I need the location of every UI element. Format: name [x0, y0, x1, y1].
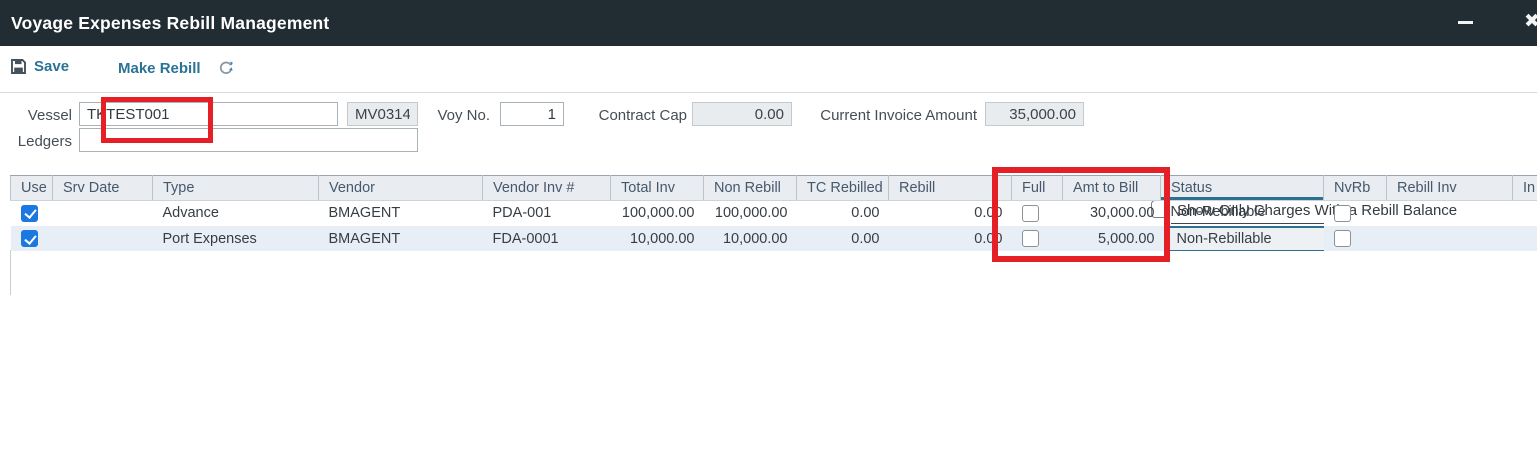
cell-in[interactable] — [1513, 226, 1537, 252]
column-header-vendor[interactable]: Vendor — [319, 176, 483, 201]
column-header-rebill-inv[interactable]: Rebill Inv — [1387, 176, 1513, 201]
cell-in[interactable] — [1513, 201, 1537, 226]
cell-vendor[interactable]: BMAGENT — [319, 201, 483, 226]
vessel-label: Vessel — [8, 107, 72, 124]
cell-rebill[interactable]: 0.00 — [889, 226, 1012, 252]
use-checkbox[interactable] — [21, 230, 38, 247]
cell-vendor-inv[interactable]: PDA-001 — [483, 201, 611, 226]
column-header-full[interactable]: Full — [1012, 176, 1063, 201]
cell-srv-date[interactable] — [53, 201, 153, 226]
cell-status[interactable]: Non-Rebillable — [1161, 201, 1324, 226]
column-header-total-inv[interactable]: Total Inv — [611, 176, 704, 201]
cell-srv-date[interactable] — [53, 226, 153, 252]
column-header-in[interactable]: In — [1513, 176, 1537, 201]
save-button-label: Save — [34, 58, 69, 75]
ledgers-input[interactable] — [79, 128, 418, 152]
cell-rebill-inv[interactable] — [1387, 226, 1513, 252]
cell-type[interactable]: Port Expenses — [153, 226, 319, 252]
cell-amt-to-bill[interactable]: 5,000.00 — [1063, 226, 1161, 252]
contract-cap-label: Contract Cap — [560, 107, 687, 124]
cell-vendor-inv[interactable]: FDA-0001 — [483, 226, 611, 252]
cell-non-rebill[interactable]: 10,000.00 — [704, 226, 797, 252]
cell-total-inv[interactable]: 100,000.00 — [611, 201, 704, 226]
voy-no-input[interactable] — [500, 102, 564, 126]
cell-rebill-inv[interactable] — [1387, 201, 1513, 226]
column-header-tc-rebilled[interactable]: TC Rebilled — [797, 176, 889, 201]
grid-left-border-extension — [10, 250, 11, 295]
contract-cap-field — [692, 102, 792, 126]
save-floppy-icon — [10, 58, 27, 75]
status-dropdown-focused[interactable]: Non-Rebillable — [1167, 226, 1324, 252]
charges-grid: Use Srv Date Type Vendor Vendor Inv # To… — [10, 175, 1537, 251]
full-checkbox[interactable] — [1022, 230, 1039, 247]
voy-no-label: Voy No. — [430, 107, 490, 124]
minimize-icon[interactable] — [1458, 21, 1473, 24]
current-invoice-amount-label: Current Invoice Amount — [790, 107, 977, 124]
cell-tc-rebilled[interactable]: 0.00 — [797, 226, 889, 252]
cell-rebill[interactable]: 0.00 — [889, 201, 1012, 226]
cell-total-inv[interactable]: 10,000.00 — [611, 226, 704, 252]
cell-tc-rebilled[interactable]: 0.00 — [797, 201, 889, 226]
cell-non-rebill[interactable]: 100,000.00 — [704, 201, 797, 226]
titlebar: Voyage Expenses Rebill Management ✖ — [0, 0, 1537, 46]
column-header-vendor-inv[interactable]: Vendor Inv # — [483, 176, 611, 201]
make-rebill-button[interactable]: Make Rebill — [118, 60, 201, 77]
vessel-code-field — [347, 102, 418, 126]
column-header-status[interactable]: Status — [1161, 176, 1324, 201]
column-header-amt-to-bill[interactable]: Amt to Bill — [1063, 176, 1161, 201]
cell-vendor[interactable]: BMAGENT — [319, 226, 483, 252]
nvrb-checkbox[interactable] — [1334, 205, 1351, 222]
nvrb-checkbox[interactable] — [1334, 230, 1351, 247]
cell-status[interactable]: Non-Rebillable — [1161, 226, 1324, 252]
close-icon[interactable]: ✖ — [1524, 10, 1537, 33]
voyage-expenses-rebill-window: Voyage Expenses Rebill Management ✖ Save… — [0, 0, 1537, 449]
ledgers-label: Ledgers — [8, 133, 72, 150]
status-dropdown[interactable]: Non-Rebillable — [1171, 202, 1324, 224]
column-header-srv-date[interactable]: Srv Date — [53, 176, 153, 201]
use-checkbox[interactable] — [21, 205, 38, 222]
table-row: Advance BMAGENT PDA-001 100,000.00 100,0… — [11, 201, 1537, 226]
cell-amt-to-bill[interactable]: 30,000.00 — [1063, 201, 1161, 226]
grid-header-row: Use Srv Date Type Vendor Vendor Inv # To… — [11, 176, 1537, 201]
table-row: Port Expenses BMAGENT FDA-0001 10,000.00… — [11, 226, 1537, 252]
refresh-icon[interactable] — [217, 59, 235, 77]
toolbar: Save Make Rebill — [0, 46, 1537, 93]
column-header-rebill[interactable]: Rebill — [889, 176, 1012, 201]
window-title: Voyage Expenses Rebill Management — [0, 13, 329, 34]
vessel-input[interactable] — [79, 102, 338, 126]
column-header-use[interactable]: Use — [11, 176, 53, 201]
cell-type[interactable]: Advance — [153, 201, 319, 226]
current-invoice-amount-field — [985, 102, 1084, 126]
column-header-non-rebill[interactable]: Non Rebill — [704, 176, 797, 201]
filter-form: Vessel Voy No. Contract Cap Current Invo… — [0, 93, 1537, 175]
save-button[interactable]: Save — [10, 58, 69, 75]
full-checkbox[interactable] — [1022, 205, 1039, 222]
column-header-type[interactable]: Type — [153, 176, 319, 201]
column-header-nvrb[interactable]: NvRb — [1324, 176, 1387, 201]
